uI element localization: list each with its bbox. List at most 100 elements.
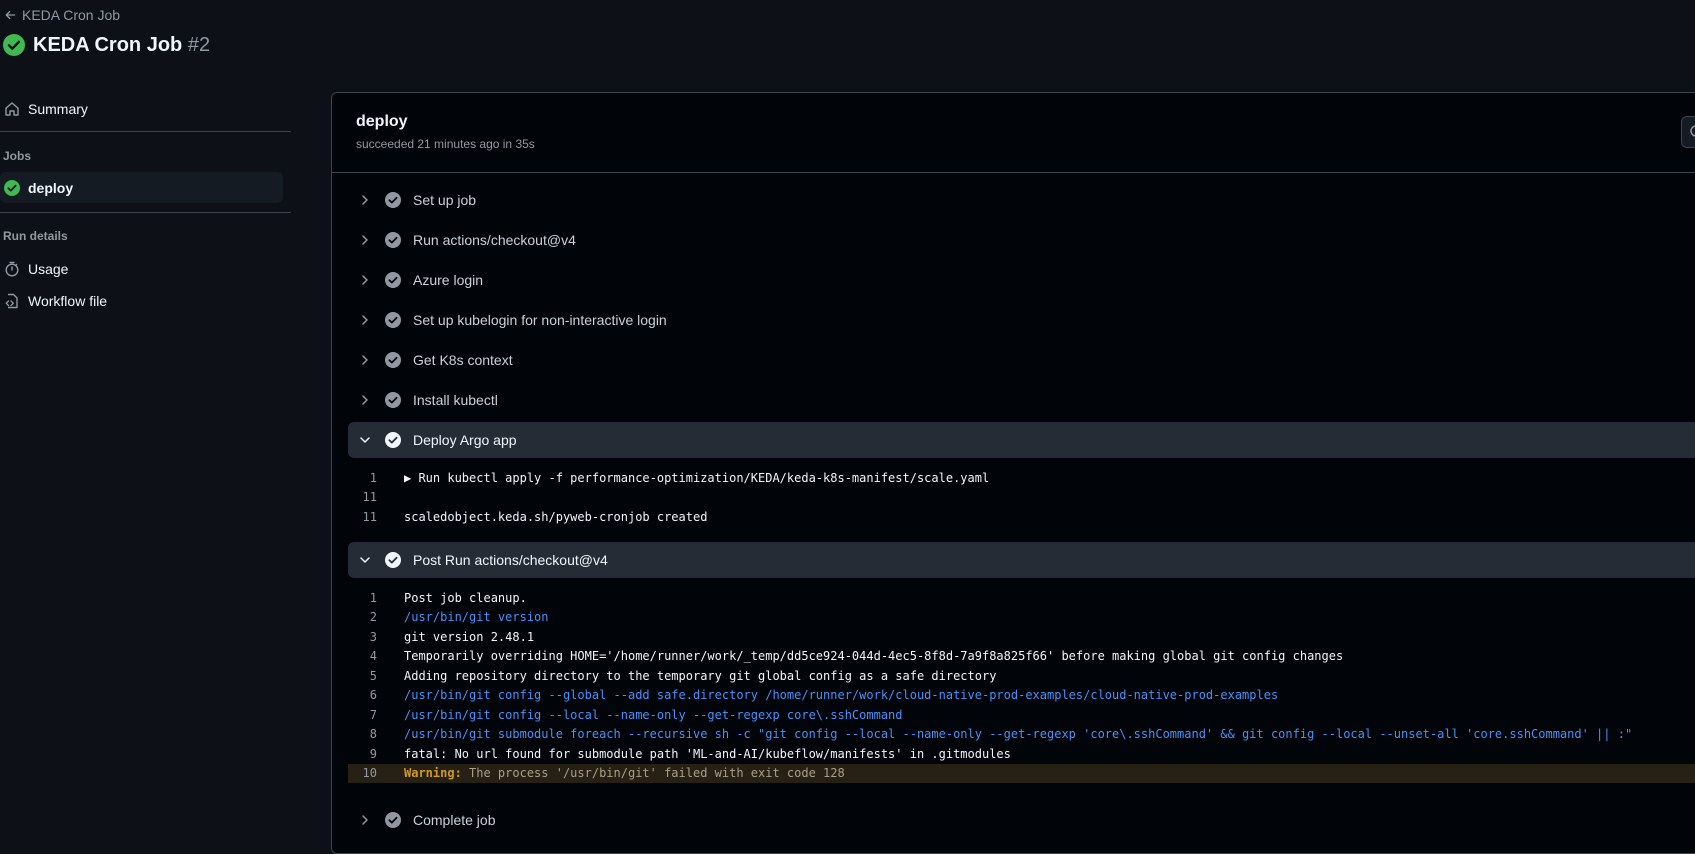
job-header: deploy succeeded 21 minutes ago in 35s — [332, 93, 1695, 173]
sidebar-divider — [0, 131, 291, 132]
run-details-heading: Run details — [3, 229, 68, 243]
log-text: /usr/bin/git version — [404, 610, 549, 625]
job-meta: succeeded 21 minutes ago in 35s — [356, 137, 535, 151]
line-number: 11 — [362, 509, 377, 524]
log-line[interactable]: 1 Post job cleanup. — [348, 588, 1695, 608]
log-text: Post job cleanup. — [404, 590, 527, 605]
log-line-command[interactable]: 6/usr/bin/git config --global --add safe… — [348, 686, 1695, 706]
chevron-right-icon — [357, 815, 373, 825]
sidebar-item-workflow-file[interactable]: Workflow file — [0, 285, 283, 316]
log-text: /usr/bin/git config --global --add safe.… — [404, 688, 1279, 703]
step-label: Deploy Argo app — [413, 432, 517, 448]
line-number: 10 — [362, 766, 377, 781]
log-line-warning[interactable]: 10 Warning: The process '/usr/bin/git' fa… — [348, 763, 1695, 783]
search-logs-button[interactable] — [1681, 116, 1695, 148]
chevron-down-icon — [357, 435, 373, 445]
step-deploy-argo-app[interactable]: Deploy Argo app — [348, 422, 1695, 458]
line-number: 8 — [369, 727, 377, 742]
log-text: git version 2.48.1 — [404, 629, 535, 644]
log-text: Temporarily overriding HOME='/home/runne… — [404, 649, 1344, 664]
line-number: 5 — [369, 668, 377, 683]
line-number: 7 — [369, 707, 377, 722]
log-text: fatal: No url found for submodule path '… — [404, 746, 1011, 761]
post-checkout-log: 1 Post job cleanup. 2/usr/bin/git version… — [348, 588, 1695, 783]
chevron-right-icon — [357, 315, 373, 325]
job-panel: deploy succeeded 21 minutes ago in 35s S… — [331, 92, 1695, 854]
sidebar-summary-label: Summary — [28, 100, 88, 117]
log-text: scaledobject.keda.sh/pyweb-cronjob creat… — [404, 509, 708, 524]
sidebar-usage-label: Usage — [28, 260, 69, 277]
log-text: /usr/bin/git submodule foreach --recursi… — [404, 727, 1633, 742]
run-number: #2 — [187, 33, 211, 56]
step-label: Complete job — [413, 812, 496, 828]
line-number: 4 — [369, 649, 377, 664]
line-number: 11 — [362, 490, 377, 505]
log-line[interactable]: 11 — [348, 488, 1695, 508]
step-set-up-job[interactable]: Set up job — [348, 182, 1695, 218]
log-line[interactable]: 1 ▶ Run kubectl apply -f performance-opti… — [348, 468, 1695, 488]
log-line[interactable]: 3 git version 2.48.1 — [348, 627, 1695, 647]
step-complete-job[interactable]: Complete job — [348, 802, 1695, 838]
check-circle-fill-icon — [385, 312, 401, 328]
step-run-checkout[interactable]: Run actions/checkout@v4 — [348, 222, 1695, 258]
step-label: Set up job — [413, 192, 477, 208]
chevron-right-icon — [357, 355, 373, 365]
deploy-log: 1 ▶ Run kubectl apply -f performance-opti… — [348, 468, 1695, 527]
step-post-run-checkout[interactable]: Post Run actions/checkout@v4 — [348, 542, 1695, 578]
file-code-icon — [5, 293, 18, 308]
step-set-up-kubelogin[interactable]: Set up kubelogin for non-interactive log… — [348, 302, 1695, 338]
sidebar-item-summary[interactable]: Summary — [0, 93, 283, 124]
step-get-k8s-context[interactable]: Get K8s context — [348, 342, 1695, 378]
log-line[interactable]: 11 scaledobject.keda.sh/pyweb-cronjob cre… — [348, 507, 1695, 527]
search-icon — [1690, 125, 1695, 137]
log-line[interactable]: 5 Adding repository directory to the temp… — [348, 666, 1695, 686]
sidebar-item-deploy[interactable]: deploy — [0, 172, 283, 203]
check-circle-fill-icon — [385, 392, 401, 408]
line-number: 1 — [369, 470, 377, 485]
sidebar-deploy-label: deploy — [28, 179, 74, 196]
sidebar-item-usage[interactable]: Usage — [0, 253, 283, 284]
log-line-command[interactable]: 2/usr/bin/git version — [348, 608, 1695, 628]
step-label: Get K8s context — [413, 352, 513, 368]
chevron-down-icon — [357, 555, 373, 565]
line-number: 6 — [369, 688, 377, 703]
back-link-label: KEDA Cron Job — [22, 7, 121, 23]
sidebar-workflow-file-label: Workflow file — [28, 292, 108, 309]
check-circle-fill-icon — [385, 352, 401, 368]
run-header: KEDA Cron Job #2 — [3, 31, 210, 59]
log-line[interactable]: 4 Temporarily overriding HOME='/home/runn… — [348, 647, 1695, 667]
check-circle-fill-icon — [385, 192, 401, 208]
log-line-command[interactable]: 7/usr/bin/git config --local --name-only… — [348, 705, 1695, 725]
run-title: KEDA Cron Job #2 — [33, 34, 210, 57]
log-line-command[interactable]: 8/usr/bin/git submodule foreach --recurs… — [348, 725, 1695, 745]
log-text: ▶ Run kubectl apply -f performance-optim… — [404, 470, 990, 485]
line-number: 2 — [369, 610, 377, 625]
run-title-text: KEDA Cron Job — [33, 33, 183, 56]
log-text: /usr/bin/git config --local --name-only … — [404, 707, 903, 722]
step-install-kubectl[interactable]: Install kubectl — [348, 382, 1695, 418]
step-label: Set up kubelogin for non-interactive log… — [413, 312, 667, 328]
line-number: 3 — [369, 629, 377, 644]
jobs-heading: Jobs — [3, 149, 32, 163]
chevron-right-icon — [357, 275, 373, 285]
job-title: deploy — [356, 113, 408, 130]
check-circle-fill-icon — [385, 812, 401, 828]
warning-label: Warning: — [404, 766, 462, 781]
step-label: Azure login — [413, 272, 484, 288]
check-circle-fill-icon — [385, 232, 401, 248]
log-text: The process '/usr/bin/git' failed with e… — [461, 766, 845, 781]
chevron-right-icon — [357, 195, 373, 205]
step-label: Install kubectl — [413, 392, 498, 408]
arrow-left-icon — [5, 10, 16, 20]
chevron-right-icon — [357, 395, 373, 405]
check-circle-fill-icon — [385, 272, 401, 288]
chevron-right-icon — [357, 235, 373, 245]
check-circle-fill-icon — [4, 179, 20, 196]
log-line[interactable]: 9 fatal: No url found for submodule path … — [348, 744, 1695, 764]
back-link[interactable]: KEDA Cron Job — [4, 5, 120, 25]
line-number: 9 — [369, 746, 377, 761]
sidebar-divider — [0, 212, 291, 213]
step-label: Run actions/checkout@v4 — [413, 232, 576, 248]
step-azure-login[interactable]: Azure login — [348, 262, 1695, 298]
check-circle-fill-icon — [3, 34, 25, 56]
